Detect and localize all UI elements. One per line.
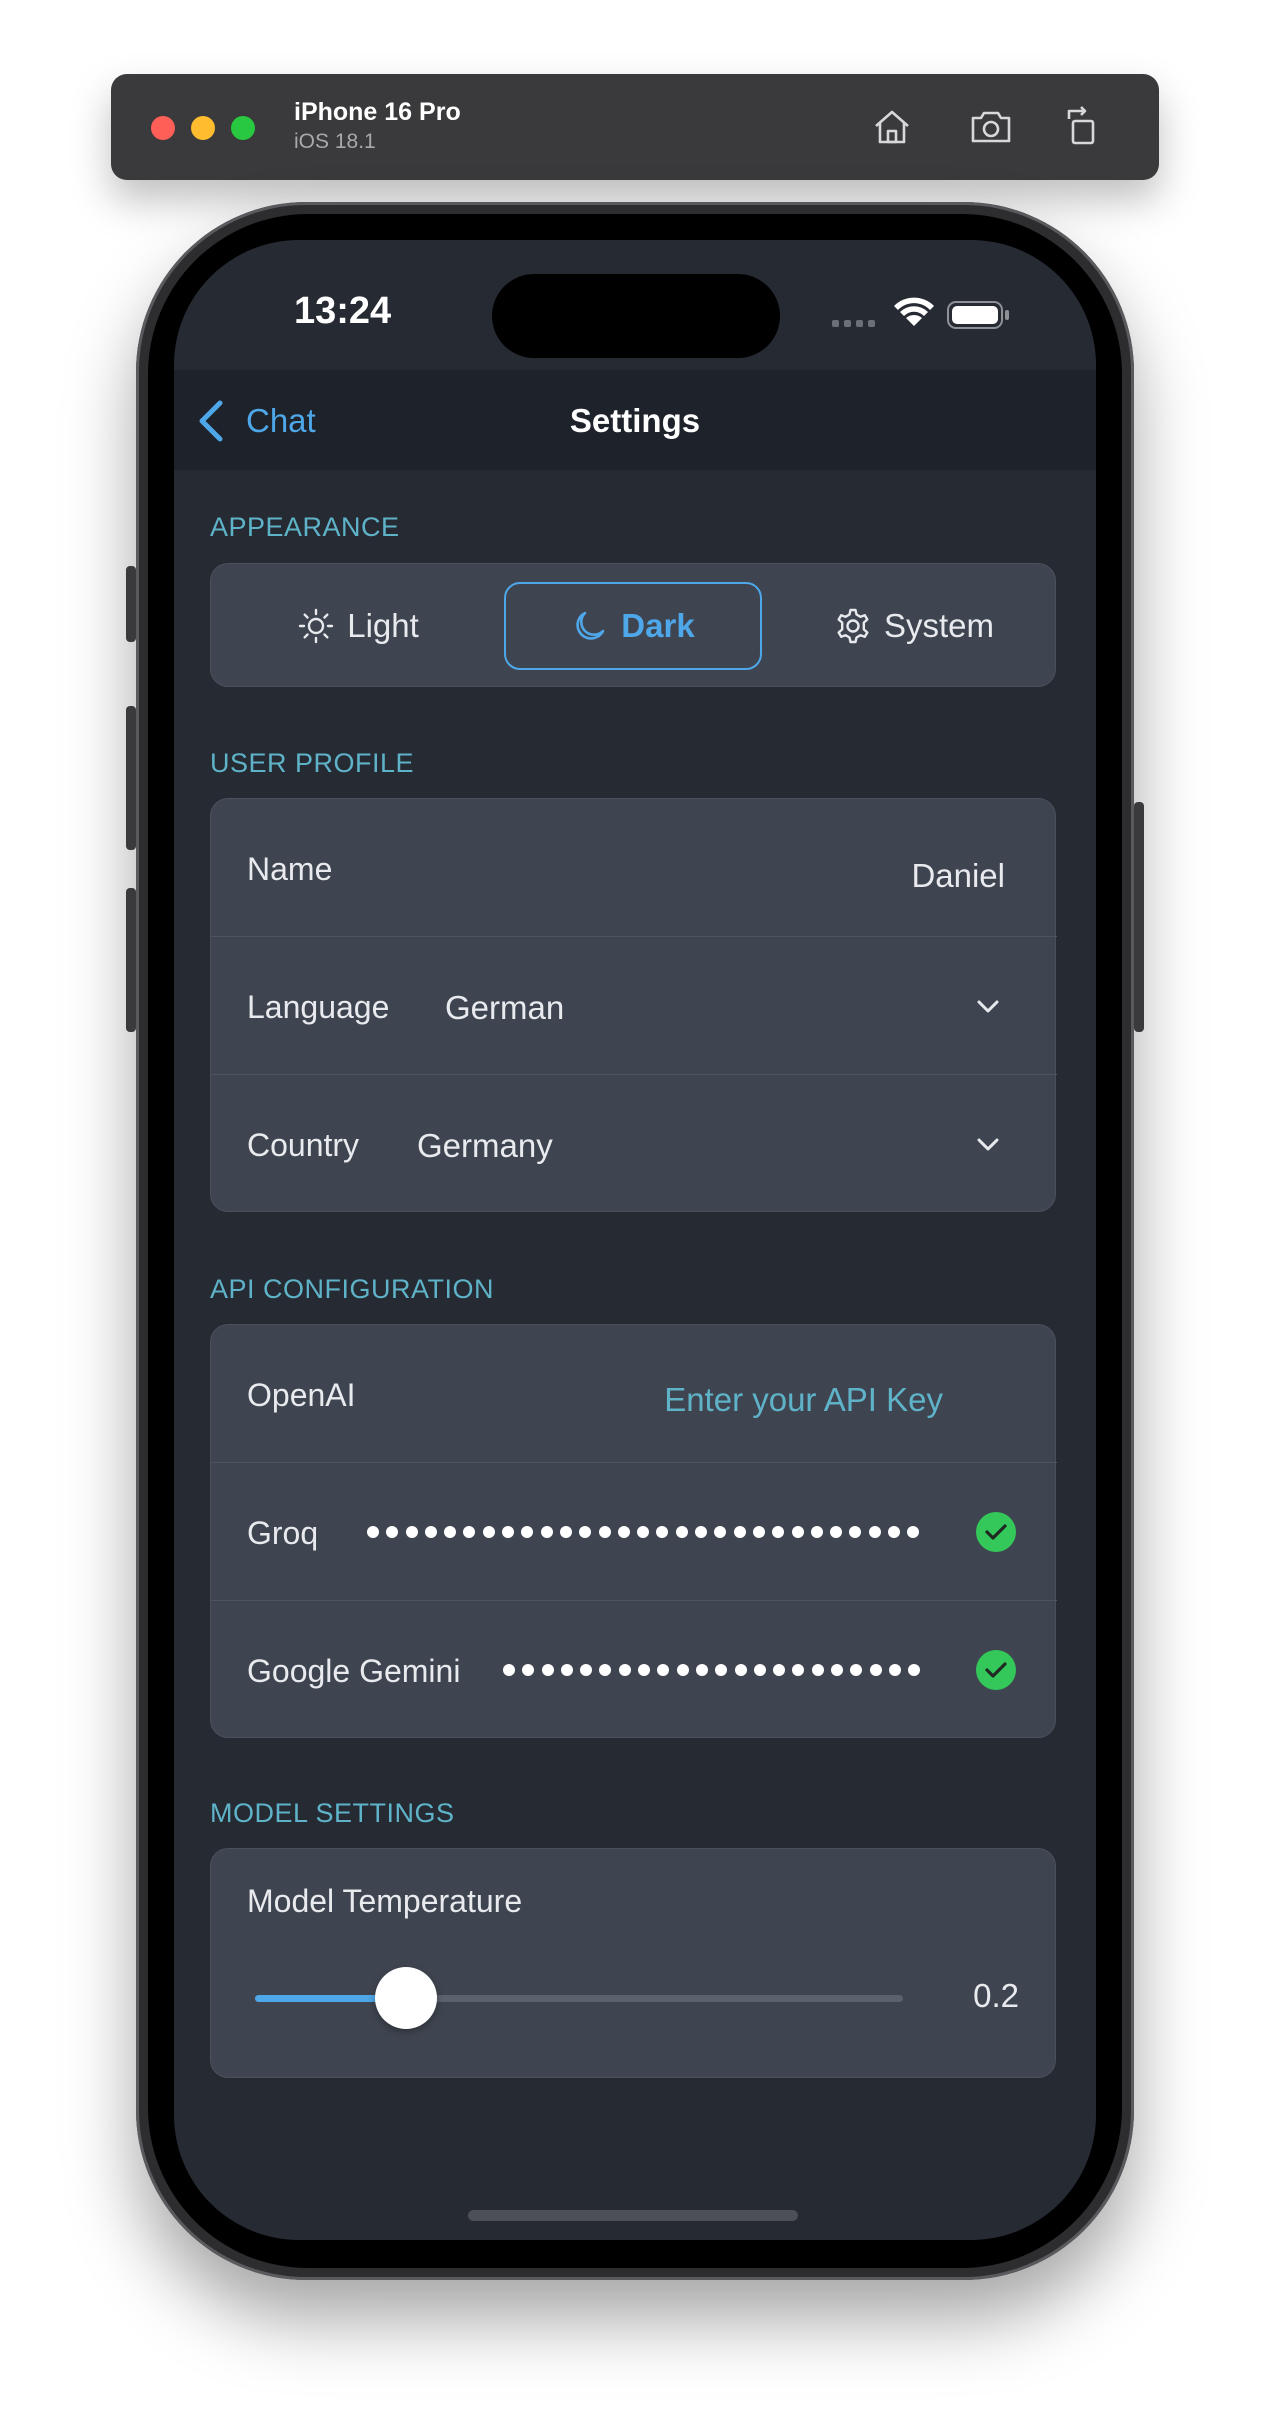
verified-check-icon xyxy=(976,1512,1016,1552)
volume-up-button xyxy=(126,706,136,850)
api-configuration-card: OpenAI Enter your API Key Groq Google Ge… xyxy=(210,1324,1057,1739)
openai-label: OpenAI xyxy=(247,1377,356,1413)
moon-icon xyxy=(576,611,605,640)
home-indicator xyxy=(468,2210,798,2221)
action-button xyxy=(126,566,136,642)
volume-down-button xyxy=(126,888,136,1032)
os-version: iOS 18.1 xyxy=(294,130,376,153)
name-field[interactable]: Daniel xyxy=(911,857,1005,895)
appearance-selector: Light Dark System xyxy=(210,563,1056,687)
close-window-button[interactable] xyxy=(151,116,175,140)
appearance-header: APPEARANCE xyxy=(210,512,400,542)
groq-row: Groq xyxy=(211,1463,1057,1601)
battery-icon xyxy=(947,301,1009,329)
screenshot-icon[interactable] xyxy=(968,104,1014,150)
home-icon[interactable] xyxy=(869,104,915,150)
light-mode-option[interactable]: Light xyxy=(233,582,483,670)
gemini-row: Google Gemini xyxy=(211,1601,1057,1739)
chevron-down-icon[interactable] xyxy=(971,1127,1005,1161)
name-row: Name Daniel xyxy=(211,799,1057,937)
wifi-icon xyxy=(894,297,934,326)
model-settings-header: MODEL SETTINGS xyxy=(210,1798,455,1828)
minimize-window-button[interactable] xyxy=(191,116,215,140)
rotate-icon[interactable] xyxy=(1059,104,1105,150)
openai-row: OpenAI Enter your API Key xyxy=(211,1325,1057,1463)
status-icons xyxy=(832,296,1022,336)
page-title: Settings xyxy=(569,402,701,439)
navigation-bar: Chat Settings xyxy=(174,370,1096,470)
zoom-window-button[interactable] xyxy=(231,116,255,140)
app-screen: 13:24 Chat Settings APPEARANCE Light Dar… xyxy=(174,240,1096,2240)
gemini-api-key-input[interactable] xyxy=(503,1664,928,1676)
dynamic-island xyxy=(492,274,780,358)
language-label: Language xyxy=(247,989,390,1025)
light-label: Light xyxy=(347,607,419,644)
language-row[interactable]: Language German xyxy=(211,937,1057,1075)
country-row[interactable]: Country Germany xyxy=(211,1075,1057,1213)
openai-api-key-input[interactable]: Enter your API Key xyxy=(664,1381,943,1419)
temperature-value: 0.2 xyxy=(973,1977,1019,2014)
simulator-toolbar: iPhone 16 Pro iOS 18.1 xyxy=(111,74,1159,180)
status-time: 13:24 xyxy=(294,290,392,332)
language-select[interactable]: German xyxy=(445,989,564,1027)
groq-api-key-input[interactable] xyxy=(367,1526,927,1538)
temperature-slider[interactable] xyxy=(255,1967,903,2029)
user-profile-card: Name Daniel Language German Country Germ… xyxy=(210,798,1057,1213)
slider-thumb[interactable] xyxy=(374,1967,437,2029)
chevron-down-icon[interactable] xyxy=(971,989,1005,1023)
api-configuration-header: API CONFIGURATION xyxy=(210,1274,495,1304)
model-settings-card: Model Temperature 0.2 xyxy=(210,1848,1056,2078)
gear-icon xyxy=(837,608,869,644)
dark-label: Dark xyxy=(621,607,695,644)
verified-check-icon xyxy=(976,1650,1016,1690)
gemini-label: Google Gemini xyxy=(247,1653,461,1689)
system-mode-option[interactable]: System xyxy=(789,582,1039,670)
country-select[interactable]: Germany xyxy=(417,1127,553,1165)
cellular-icon xyxy=(832,320,875,327)
power-button xyxy=(1134,802,1144,1032)
user-profile-header: USER PROFILE xyxy=(210,748,415,778)
temperature-label: Model Temperature xyxy=(247,1883,523,1919)
country-label: Country xyxy=(247,1127,360,1163)
sun-icon xyxy=(299,608,334,644)
name-label: Name xyxy=(247,851,333,887)
device-name: iPhone 16 Pro xyxy=(294,98,461,126)
groq-label: Groq xyxy=(247,1515,319,1551)
dark-mode-option[interactable]: Dark xyxy=(504,582,762,670)
system-label: System xyxy=(883,607,995,644)
